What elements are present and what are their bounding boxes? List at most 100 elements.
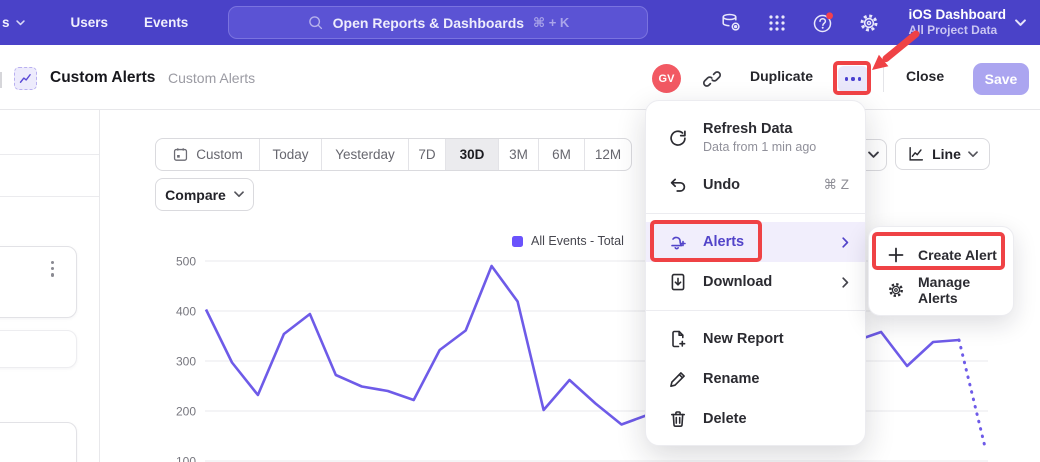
top-navigation-bar: s Users Events Open Reports & Dashboards… xyxy=(0,0,1040,45)
notification-badge xyxy=(827,12,834,19)
legend-label: All Events - Total xyxy=(531,234,624,248)
save-button[interactable]: Save xyxy=(973,63,1029,95)
compare-label: Compare xyxy=(165,187,226,203)
menu-item-alerts[interactable]: Alerts xyxy=(646,222,865,262)
menu-divider xyxy=(646,310,865,311)
menu-item-label: Alerts xyxy=(703,234,744,250)
project-switcher[interactable]: iOS Dashboard All Project Data xyxy=(908,7,1026,39)
submenu-item-label: Create Alert xyxy=(918,247,997,263)
menu-item-download[interactable]: Download xyxy=(646,262,865,302)
avatar[interactable]: GV xyxy=(652,64,681,93)
submenu-item-create-alert[interactable]: Create Alert xyxy=(869,237,1013,272)
download-icon xyxy=(668,272,688,292)
left-panel-divider xyxy=(99,110,100,462)
help-icon[interactable] xyxy=(812,12,834,34)
nav-item-boards-truncated[interactable]: s xyxy=(0,15,35,30)
chevron-down-icon xyxy=(1015,19,1026,27)
nav-item-users[interactable]: Users xyxy=(55,15,125,30)
chevron-right-icon xyxy=(842,237,849,248)
page-title: Custom Alerts xyxy=(50,69,155,87)
search-input[interactable]: Open Reports & Dashboards ⌘ + K xyxy=(228,6,648,39)
kebab-menu-icon[interactable] xyxy=(51,261,54,277)
project-name: iOS Dashboard xyxy=(908,7,1006,24)
pencil-icon xyxy=(668,369,688,389)
chart-type-label: Line xyxy=(932,146,961,162)
line-chart-icon xyxy=(907,145,925,163)
chevron-down-icon xyxy=(868,151,879,159)
breadcrumb: Custom Alerts xyxy=(168,70,255,86)
menu-item-label: Delete xyxy=(703,411,747,427)
report-type-icon xyxy=(14,67,37,90)
date-range-button[interactable]: Today xyxy=(259,139,321,170)
submenu-item-manage-alerts[interactable]: Manage Alerts xyxy=(869,272,1013,307)
menu-item-label: Download xyxy=(703,274,772,290)
legend-swatch xyxy=(512,236,523,247)
svg-text:200: 200 xyxy=(176,405,196,419)
svg-text:100: 100 xyxy=(176,455,196,462)
date-range-button[interactable]: 6M xyxy=(538,139,584,170)
chevron-right-icon xyxy=(842,277,849,288)
sidebar-card[interactable] xyxy=(0,330,77,368)
submenu-item-label: Manage Alerts xyxy=(918,274,999,306)
alerts-submenu: Create Alert Manage Alerts xyxy=(868,226,1014,316)
menu-item-delete[interactable]: Delete xyxy=(646,399,865,439)
alert-bell-icon xyxy=(668,232,688,252)
chevron-down-icon xyxy=(234,191,244,198)
project-scope: All Project Data xyxy=(908,23,1006,38)
close-button[interactable]: Close xyxy=(906,68,944,84)
sidebar-row[interactable] xyxy=(0,155,99,197)
search-icon xyxy=(307,14,324,31)
menu-item-undo[interactable]: Undo ⌘ Z xyxy=(646,165,865,205)
menu-item-label: Rename xyxy=(703,371,759,387)
svg-text:300: 300 xyxy=(176,355,196,369)
search-placeholder: Open Reports & Dashboards xyxy=(333,15,524,31)
refresh-icon xyxy=(668,128,688,148)
undo-icon xyxy=(668,175,688,195)
svg-text:400: 400 xyxy=(176,305,196,319)
chevron-down-icon xyxy=(16,20,25,26)
date-range-button[interactable]: 30D xyxy=(445,139,498,170)
gear-icon xyxy=(887,281,905,299)
apps-grid-icon[interactable] xyxy=(766,12,788,34)
chart-legend[interactable]: All Events - Total xyxy=(512,234,624,248)
sidebar-card[interactable] xyxy=(0,246,77,318)
date-range-button[interactable]: 12M xyxy=(584,139,631,170)
plus-icon xyxy=(887,246,905,264)
menu-item-rename[interactable]: Rename xyxy=(646,359,865,399)
menu-item-label: Undo xyxy=(703,177,740,193)
more-options-menu: Refresh Data Data from 1 min ago Undo ⌘ … xyxy=(645,100,866,446)
duplicate-button[interactable]: Duplicate xyxy=(750,68,813,84)
menu-item-refresh-data[interactable]: Refresh Data Data from 1 min ago xyxy=(646,111,865,165)
menu-item-label: New Report xyxy=(703,331,784,347)
report-header: Custom Alerts Custom Alerts xyxy=(0,45,1040,110)
more-options-button[interactable] xyxy=(838,66,868,92)
search-shortcut: ⌘ + K xyxy=(533,15,569,31)
menu-item-new-report[interactable]: New Report xyxy=(646,319,865,359)
data-management-icon[interactable] xyxy=(720,12,742,34)
header-divider xyxy=(883,66,884,92)
copy-link-icon[interactable] xyxy=(702,69,722,89)
chart-type-button[interactable]: Line xyxy=(895,138,990,170)
svg-text:500: 500 xyxy=(176,255,196,269)
date-range-button[interactable]: Custom xyxy=(156,139,259,170)
nav-item-label: s xyxy=(2,15,10,30)
date-range-label: Custom xyxy=(196,147,243,162)
menu-item-shortcut: ⌘ Z xyxy=(824,177,850,193)
menu-divider xyxy=(646,213,865,214)
chevron-down-icon xyxy=(968,151,978,158)
sidebar-card[interactable] xyxy=(0,422,77,462)
trash-icon xyxy=(668,409,688,429)
date-range-selector: Custom Today Yesterday 7D 30D 3M 6M 12M xyxy=(155,138,632,171)
calendar-icon xyxy=(172,146,189,163)
app-window: 500 400 300 200 100 All Events - Total Custo… xyxy=(0,0,1040,462)
new-report-icon xyxy=(668,329,688,349)
compare-button[interactable]: Compare xyxy=(155,178,254,211)
date-range-button[interactable]: Yesterday xyxy=(321,139,408,170)
date-range-button[interactable]: 3M xyxy=(498,139,538,170)
settings-gear-icon[interactable] xyxy=(858,12,880,34)
menu-item-label: Refresh Data xyxy=(703,120,816,138)
nav-item-events[interactable]: Events xyxy=(128,15,204,30)
date-range-button[interactable]: 7D xyxy=(408,139,445,170)
menu-item-sublabel: Data from 1 min ago xyxy=(703,140,816,156)
sidebar-row[interactable] xyxy=(0,110,99,155)
